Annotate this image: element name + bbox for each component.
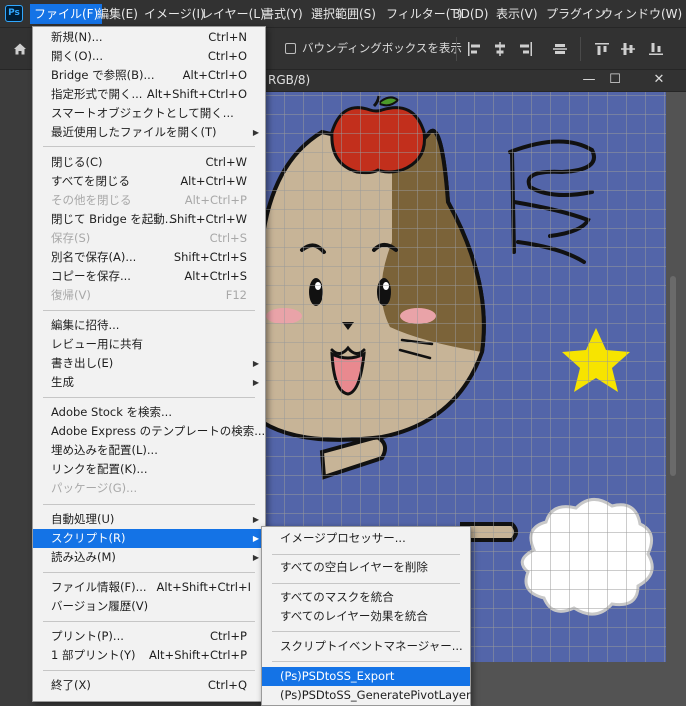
menu-edit[interactable]: 編集(E): [93, 4, 142, 24]
bounding-box-checkbox[interactable]: [285, 43, 296, 54]
menu-separator: [272, 554, 460, 555]
menu-item-new[interactable]: 新規(N)... Ctrl+N: [33, 28, 265, 47]
toolbar-separator: [580, 37, 581, 61]
toolbar-separator: [456, 37, 457, 61]
menu-select[interactable]: 選択範囲(S): [307, 4, 380, 24]
menu-item-close-all[interactable]: すべてを閉じる Alt+Ctrl+W: [33, 172, 265, 191]
submenu-arrow-icon: ▶: [252, 515, 259, 524]
menu-separator: [272, 631, 460, 632]
menu-item-adobe-express-templates[interactable]: Adobe Express のテンプレートの検索...: [33, 422, 265, 441]
maximize-icon[interactable]: ☐: [606, 72, 624, 88]
menu-item-script-events-manager[interactable]: スクリプトイベントマネージャー...: [262, 637, 470, 656]
menu-3d[interactable]: 3D(D): [449, 4, 492, 24]
minimize-icon[interactable]: —: [580, 72, 598, 88]
menu-item-generate[interactable]: 生成 ▶: [33, 373, 265, 392]
menu-item-open-as[interactable]: 指定形式で開く... Alt+Shift+Ctrl+O: [33, 85, 265, 104]
menu-item-revert: 復帰(V) F12: [51, 288, 247, 302]
menu-item-package: パッケージ(G)...: [51, 481, 138, 495]
menu-item-flatten-layer-effects[interactable]: すべてのレイヤー効果を統合: [262, 607, 470, 626]
align-vertical-center-icon[interactable]: [620, 41, 636, 57]
document-title: RGB/8): [268, 73, 311, 87]
menu-item-delete-empty-layers[interactable]: すべての空白レイヤーを削除: [262, 558, 470, 577]
align-center-horizontal-icon[interactable]: [492, 41, 508, 57]
menu-item-exit[interactable]: 終了(X) Ctrl+Q: [33, 676, 265, 695]
menu-window[interactable]: ウィンドウ(W): [597, 4, 686, 24]
document-titlebar[interactable]: RGB/8) — ☐ ✕: [262, 70, 686, 92]
menu-item-file-info[interactable]: ファイル情報(F)... Alt+Shift+Ctrl+I: [33, 578, 265, 597]
menu-item-place-embedded[interactable]: 埋め込みを配置(L)...: [33, 441, 265, 460]
menu-separator: [43, 621, 255, 622]
menu-separator: [43, 670, 255, 671]
menu-item-open-recent[interactable]: 最近使用したファイルを開く(T) ▶: [33, 123, 265, 142]
menu-type[interactable]: 書式(Y): [258, 4, 307, 24]
menu-item-share-for-review[interactable]: レビュー用に共有: [33, 335, 265, 354]
home-icon[interactable]: [13, 42, 27, 56]
menu-item-place-linked[interactable]: リンクを配置(K)...: [33, 460, 265, 479]
menu-item-close[interactable]: 閉じる(C) Ctrl+W: [33, 153, 265, 172]
menu-separator: [43, 310, 255, 311]
menu-separator: [43, 504, 255, 505]
menu-separator: [43, 572, 255, 573]
file-menu-dropdown: 新規(N)... Ctrl+N 開く(O)... Ctrl+O Bridge で参照…: [32, 26, 266, 702]
menu-bar: Ps ファイル(F) 編集(E) イメージ(I) レイヤー(L) 書式(Y) 選…: [0, 0, 686, 28]
menu-item-save-copy[interactable]: コピーを保存... Alt+Ctrl+S: [33, 267, 265, 286]
menu-view[interactable]: 表示(V): [492, 4, 542, 24]
menu-item-image-processor[interactable]: イメージプロセッサー...: [262, 529, 470, 548]
vertical-scrollbar[interactable]: [668, 96, 678, 658]
align-bottom-icon[interactable]: [648, 41, 664, 57]
menu-item-close-go-bridge[interactable]: 閉じて Bridge を起動... Shift+Ctrl+W: [33, 210, 265, 229]
align-top-icon[interactable]: [594, 41, 610, 57]
submenu-arrow-icon: ▶: [252, 378, 259, 387]
menu-separator: [43, 397, 255, 398]
submenu-arrow-icon: ▶: [252, 359, 259, 368]
align-left-icon[interactable]: [466, 41, 482, 57]
scrollbar-thumb[interactable]: [670, 276, 676, 476]
menu-item-print-one-copy[interactable]: 1 部プリント(Y) Alt+Shift+Ctrl+P: [33, 646, 265, 665]
menu-item-open-smart-object[interactable]: スマートオブジェクトとして開く...: [33, 104, 265, 123]
submenu-arrow-icon: ▶: [252, 553, 259, 562]
bounding-box-label: バウンディングボックスを表示: [302, 41, 462, 55]
menu-item-search-adobe-stock[interactable]: Adobe Stock を検索...: [33, 403, 265, 422]
menu-item-save-as[interactable]: 別名で保存(A)... Shift+Ctrl+S: [33, 248, 265, 267]
menu-separator: [272, 583, 460, 584]
menu-item-flatten-masks[interactable]: すべてのマスクを統合: [262, 588, 470, 607]
menu-file[interactable]: ファイル(F): [30, 4, 103, 24]
menu-item-import[interactable]: 読み込み(M) ▶: [33, 548, 265, 567]
menu-item-scripts[interactable]: スクリプト(R) ▶: [33, 529, 265, 548]
menu-item-version-history[interactable]: バージョン履歴(V): [33, 597, 265, 616]
close-icon[interactable]: ✕: [650, 72, 668, 88]
menu-item-automate[interactable]: 自動処理(U) ▶: [33, 510, 265, 529]
menu-item-save: 保存(S) Ctrl+S: [51, 231, 247, 245]
menu-item-psdtoss-export[interactable]: (Ps)PSDtoSS_Export: [262, 667, 470, 686]
submenu-arrow-icon: ▶: [252, 534, 259, 543]
align-middle-icon[interactable]: [552, 41, 568, 57]
menu-item-open[interactable]: 開く(O)... Ctrl+O: [33, 47, 265, 66]
photoshop-logo-icon: Ps: [5, 5, 23, 22]
menu-item-close-others: その他を閉じる Alt+Ctrl+P: [51, 193, 247, 207]
menu-item-export[interactable]: 書き出し(E) ▶: [33, 354, 265, 373]
menu-separator: [43, 146, 255, 147]
scripts-submenu: イメージプロセッサー... すべての空白レイヤーを削除 すべてのマスクを統合 す…: [261, 526, 471, 706]
align-right-icon[interactable]: [518, 41, 534, 57]
menu-item-invite-to-edit[interactable]: 編集に招待...: [33, 316, 265, 335]
menu-separator: [272, 661, 460, 662]
submenu-arrow-icon: ▶: [252, 128, 259, 137]
menu-item-print[interactable]: プリント(P)... Ctrl+P: [33, 627, 265, 646]
menu-item-psdtoss-generate-pivot-layer[interactable]: (Ps)PSDtoSS_GeneratePivotLayer: [262, 686, 471, 705]
menu-item-browse-bridge[interactable]: Bridge で参照(B)... Alt+Ctrl+O: [33, 66, 265, 85]
